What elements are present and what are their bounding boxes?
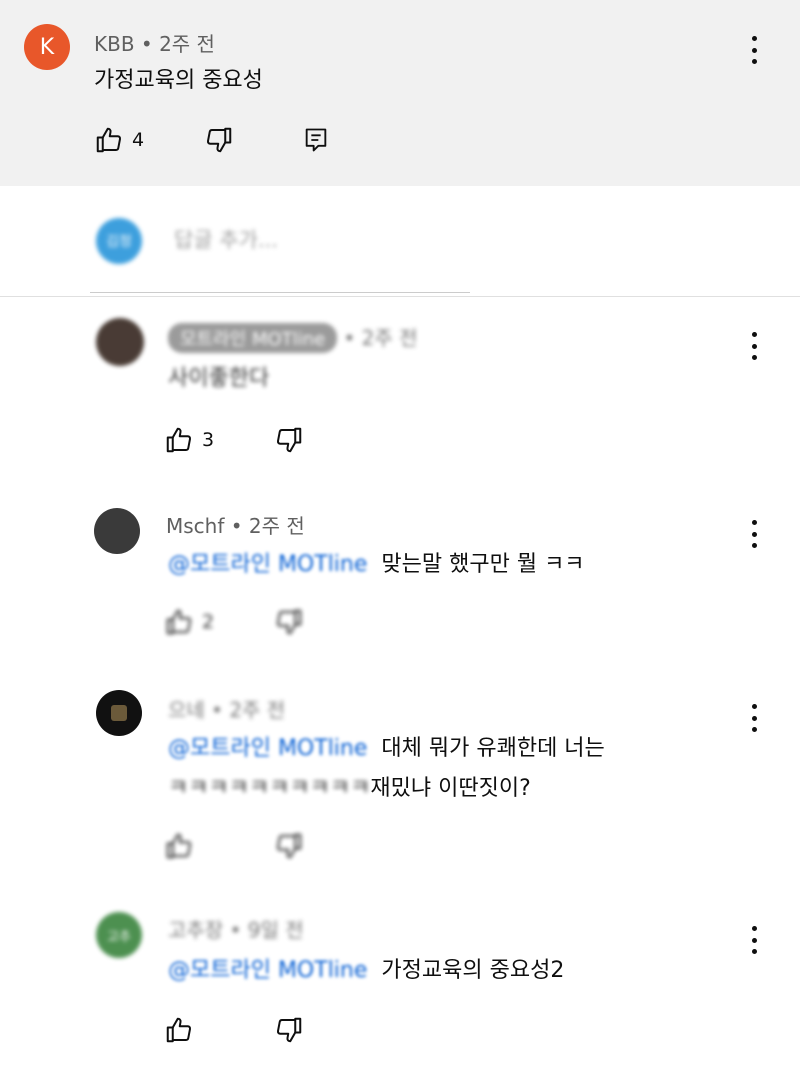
divider: [0, 296, 800, 297]
more-vert-icon[interactable]: [742, 32, 766, 68]
comment-text-line2: ㅋㅋㅋㅋㅋㅋㅋㅋㅋㅋ재밌냐 이딴짓이?: [168, 776, 531, 801]
timestamp[interactable]: 2주 전: [159, 32, 215, 56]
like-button[interactable]: 4: [94, 124, 144, 156]
thumb-up-icon: [96, 127, 122, 153]
comment-meta: 모트라인 MOTline • 2주 전: [168, 322, 418, 353]
avatar[interactable]: [94, 508, 140, 554]
timestamp[interactable]: 9일 전: [248, 918, 304, 942]
reply-button[interactable]: [302, 124, 330, 156]
comment-meta: 으네 • 2주 전: [168, 698, 286, 722]
avatar[interactable]: 고추: [96, 912, 142, 958]
like-button[interactable]: 3: [164, 424, 214, 456]
reply-icon: [305, 128, 327, 152]
avatar[interactable]: [96, 690, 142, 736]
timestamp[interactable]: 2주 전: [362, 326, 418, 350]
thumb-down-icon: [206, 127, 232, 153]
comment-text: @모트라인 MOTline 가정교육의 중요성2: [168, 958, 565, 983]
reply-input-underline: [90, 292, 470, 293]
like-button[interactable]: 2: [164, 606, 214, 638]
comment-meta: Mschf • 2주 전: [166, 514, 305, 538]
timestamp[interactable]: 2주 전: [229, 698, 285, 722]
avatar[interactable]: K: [24, 24, 70, 70]
comment-text: @모트라인 MOTline 맞는말 했구만 뭘 ㅋㅋ: [168, 552, 585, 577]
thumb-down-icon: [276, 609, 302, 635]
thumb-down-icon: [276, 833, 302, 859]
thumb-up-icon: [166, 427, 192, 453]
avatar[interactable]: [96, 318, 144, 366]
author-name[interactable]: KBB: [94, 32, 135, 56]
mention-link[interactable]: @모트라인 MOTline: [168, 736, 367, 761]
author-name[interactable]: 으네: [168, 698, 205, 722]
thumb-down-icon: [276, 427, 302, 453]
thumb-down-icon: [276, 1017, 302, 1043]
comment-meta: KBB • 2주 전: [94, 32, 215, 56]
avatar: 김정: [96, 218, 142, 264]
comment-text: 가정교육의 중요성: [94, 68, 263, 93]
thumb-up-icon: [166, 833, 192, 859]
top-comment: K KBB • 2주 전 가정교육의 중요성 4: [0, 0, 800, 186]
comment-text: @모트라인 MOTline 대체 뭐가 유쾌한데 너는: [168, 736, 605, 761]
dislike-button[interactable]: [274, 424, 304, 456]
mention-link[interactable]: @모트라인 MOTline: [168, 552, 367, 577]
like-count: 4: [132, 129, 145, 151]
comment-meta: 고추장 • 9일 전: [168, 918, 304, 942]
thumb-up-icon: [166, 609, 192, 635]
author-name[interactable]: Mschf: [166, 514, 224, 538]
more-vert-icon[interactable]: [742, 328, 766, 364]
dislike-button[interactable]: [204, 124, 234, 156]
thumb-up-icon: [166, 1017, 192, 1043]
mention-link[interactable]: @모트라인 MOTline: [168, 958, 367, 983]
more-vert-icon[interactable]: [742, 516, 766, 552]
like-count: 2: [202, 611, 215, 633]
author-name[interactable]: 고추장: [168, 918, 223, 942]
dislike-button[interactable]: [274, 830, 304, 862]
comment-text: 사이좋한다: [168, 366, 270, 391]
like-button[interactable]: [164, 1014, 194, 1046]
dislike-button[interactable]: [274, 1014, 304, 1046]
like-button[interactable]: [164, 830, 194, 862]
reply-input[interactable]: 답글 추가...: [174, 224, 278, 254]
more-vert-icon[interactable]: [742, 922, 766, 958]
dislike-button[interactable]: [274, 606, 304, 638]
more-vert-icon[interactable]: [742, 700, 766, 736]
timestamp[interactable]: 2주 전: [249, 514, 305, 538]
like-count: 3: [202, 429, 215, 451]
author-name[interactable]: 모트라인 MOTline: [168, 323, 338, 353]
